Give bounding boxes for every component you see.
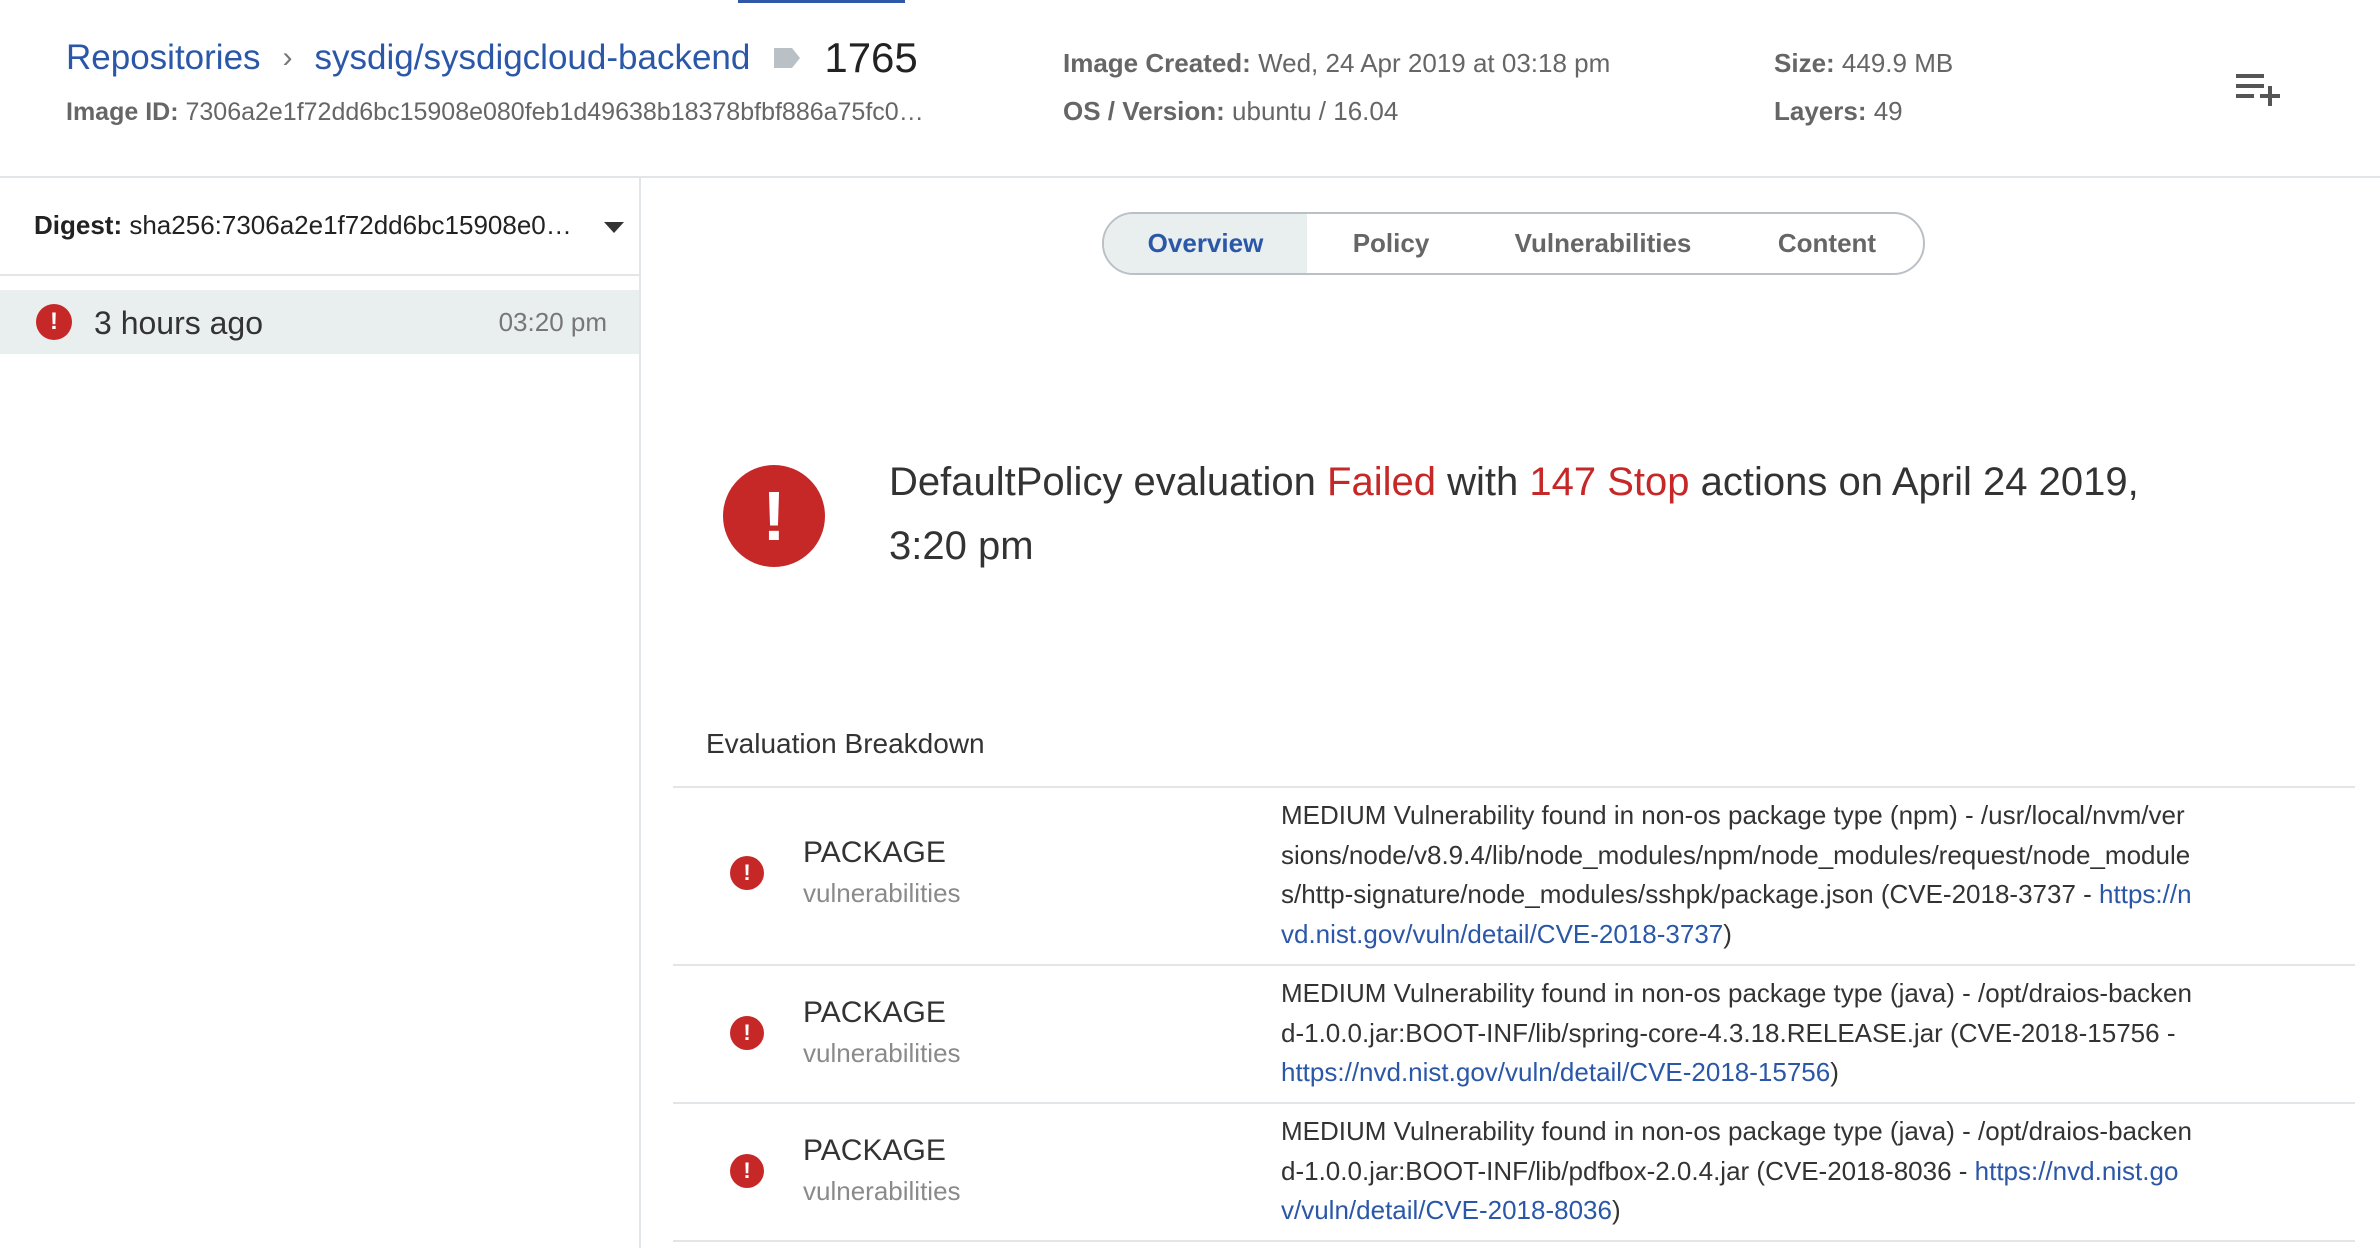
image-size: Size: 449.9 MB [1774,48,1953,79]
image-size-value: 449.9 MB [1834,48,1954,78]
image-created: Image Created: Wed, 24 Apr 2019 at 03:18… [1063,48,1610,79]
image-layers-value: 49 [1866,96,1903,126]
playlist-add-icon[interactable] [2236,72,2280,106]
error-icon: ! [730,1016,764,1050]
evaluation-relative-time: 3 hours ago [94,305,264,341]
row-detail-text: MEDIUM Vulnerability found in non-os pac… [1281,978,2192,1048]
evaluation-summary: DefaultPolicy evaluation Failed with 147… [889,450,2219,578]
row-detail-text: MEDIUM Vulnerability found in non-os pac… [1281,800,2191,909]
breakdown-title: Evaluation Breakdown [706,728,985,759]
image-id: Image ID: 7306a2e1f72dd6bc15908e080feb1d… [66,98,936,127]
evaluation-time: 03:20 pm [498,307,607,337]
summary-text-2: with [1435,460,1530,504]
digest-selector[interactable]: Digest: sha256:7306a2e1f72dd6bc15908e080… [0,178,639,276]
summary-status: Failed [1327,460,1436,504]
tab-bar: Overview Policy Vulnerabilities Content [1102,212,1925,275]
image-tag: 1765 [824,34,918,81]
breakdown-row: ! PACKAGE vulnerabilities MEDIUM Vulnera… [673,966,2355,1104]
image-size-label: Size: [1774,48,1835,78]
breadcrumb-repositories-link[interactable]: Repositories [66,38,261,78]
breadcrumb-repo-link[interactable]: sysdig/sysdigcloud-backend [315,38,751,78]
tag-icon [774,48,801,68]
row-trigger: vulnerabilities [803,1176,961,1206]
image-layers: Layers: 49 [1774,96,1903,127]
row-gate: PACKAGE [803,836,946,869]
row-trigger: vulnerabilities [803,878,961,908]
breadcrumb: Repositories › sysdig/sysdigcloud-backen… [66,34,918,82]
row-detail: MEDIUM Vulnerability found in non-os pac… [1281,1112,2193,1234]
image-created-label: Image Created: [1063,48,1251,78]
evaluation-list-item[interactable]: ! 3 hours ago 03:20 pm [0,290,639,354]
chevron-right-icon: › [282,41,293,74]
row-detail: MEDIUM Vulnerability found in non-os pac… [1281,974,2193,1096]
image-id-label: Image ID: [66,98,179,126]
image-layers-label: Layers: [1774,96,1867,126]
breakdown-row: ! PACKAGE vulnerabilities MEDIUM Vulnera… [673,788,2355,966]
breakdown-row: ! PACKAGE vulnerabilities MEDIUM Vulnera… [673,1104,2355,1242]
image-header: Repositories › sysdig/sysdigcloud-backen… [0,0,2380,178]
tab-overview[interactable]: Overview [1104,214,1307,273]
error-icon: ! [730,856,764,890]
caret-down-icon[interactable] [604,222,624,233]
image-created-value: Wed, 24 Apr 2019 at 03:18 pm [1250,48,1611,78]
tab-content[interactable]: Content [1731,214,1923,273]
row-detail-tail: ) [1830,1057,1839,1087]
row-gate: PACKAGE [803,1134,946,1167]
row-detail: MEDIUM Vulnerability found in non-os pac… [1281,796,2193,956]
row-trigger: vulnerabilities [803,1038,961,1068]
error-icon: ! [36,304,72,340]
row-detail-tail: ) [1611,1195,1621,1225]
os-version-value: ubuntu / 16.04 [1224,96,1399,126]
sidebar: Digest: sha256:7306a2e1f72dd6bc15908e080… [0,178,641,1248]
summary-text-1: DefaultPolicy evaluation [889,460,1328,504]
cve-link[interactable]: https://nvd.nist.gov/vuln/detail/CVE-201… [1281,1057,1830,1087]
image-id-value: 7306a2e1f72dd6bc15908e080feb1d49638b1837… [185,98,936,126]
row-detail-tail: ) [1723,918,1732,949]
failed-status-icon: ! [723,465,825,567]
summary-stop-count: 147 Stop [1529,460,1690,504]
tab-policy[interactable]: Policy [1307,214,1475,273]
tab-vulnerabilities[interactable]: Vulnerabilities [1475,214,1731,273]
row-gate: PACKAGE [803,996,946,1029]
digest-label: Digest: [34,210,123,240]
error-icon: ! [730,1154,764,1188]
os-version: OS / Version: ubuntu / 16.04 [1063,96,1398,127]
digest-value: sha256:7306a2e1f72dd6bc15908e080feb1d496… [129,210,574,240]
digest-text: Digest: sha256:7306a2e1f72dd6bc15908e080… [34,210,574,241]
os-version-label: OS / Version: [1063,96,1225,126]
